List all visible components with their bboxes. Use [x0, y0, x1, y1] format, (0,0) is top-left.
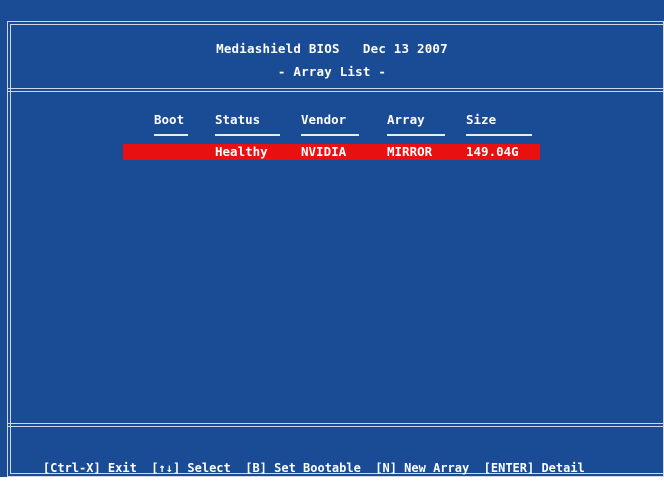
column-header-boot: Boot: [154, 112, 185, 127]
array-vendor-cell: NVIDIA: [301, 144, 347, 159]
column-underline-vendor: [301, 134, 359, 136]
exit-key-hint[interactable]: [Ctrl-X] Exit: [43, 461, 137, 475]
bios-title: Mediashield BIOS Dec 13 2007: [216, 41, 448, 56]
column-header-size: Size: [466, 112, 497, 127]
detail-key-hint[interactable]: [ENTER] Detail: [484, 461, 585, 475]
select-key-hint[interactable]: [↑↓] Select: [151, 461, 230, 475]
set-bootable-key-hint[interactable]: [B] Set Bootable: [245, 461, 361, 475]
column-header-array: Array: [387, 112, 425, 127]
column-underline-status: [215, 134, 280, 136]
header-separator-2: [8, 91, 664, 92]
column-underline-boot: [154, 134, 188, 136]
page-title: - Array List -: [277, 64, 387, 79]
key-help-bar: [Ctrl-X] Exit [↑↓] Select [B] Set Bootab…: [14, 447, 585, 489]
column-underline-array: [387, 134, 445, 136]
array-type-cell: MIRROR: [387, 144, 433, 159]
bios-screen: Mediashield BIOS Dec 13 2007 - Array Lis…: [0, 0, 664, 477]
footer-separator-2: [8, 426, 664, 427]
array-size-cell: 149.04G: [466, 144, 519, 159]
header-separator: [8, 88, 664, 89]
footer-separator: [8, 423, 664, 424]
array-status-cell: Healthy: [215, 144, 268, 159]
new-array-key-hint[interactable]: [N] New Array: [375, 461, 469, 475]
column-header-status: Status: [215, 112, 261, 127]
column-underline-size: [466, 134, 532, 136]
column-header-vendor: Vendor: [301, 112, 347, 127]
